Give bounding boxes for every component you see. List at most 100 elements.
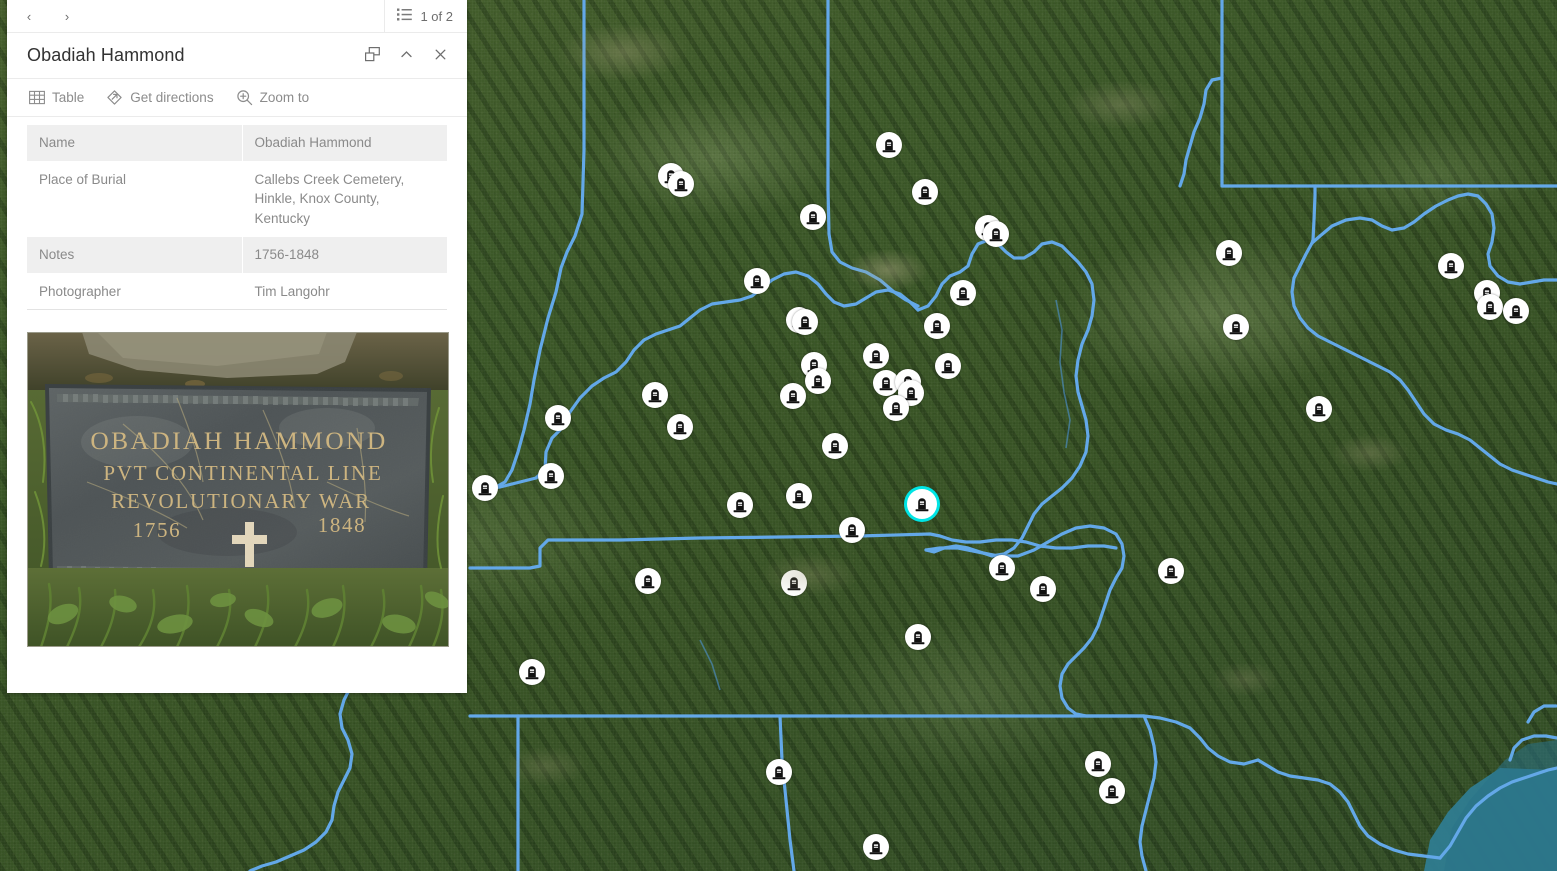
map-marker[interactable] <box>472 475 498 501</box>
map-marker[interactable] <box>800 204 826 230</box>
map-marker[interactable] <box>786 483 812 509</box>
map-marker-selected[interactable] <box>907 489 937 519</box>
gravestone-icon <box>1105 784 1119 799</box>
attribute-key: Place of Burial <box>27 161 242 238</box>
map-marker[interactable] <box>744 268 770 294</box>
get-directions-action[interactable]: Get directions <box>98 85 221 110</box>
map-marker[interactable] <box>989 555 1015 581</box>
map-marker[interactable] <box>883 395 909 421</box>
gravestone-icon <box>882 138 896 153</box>
previous-feature-button[interactable]: ‹ <box>19 6 39 26</box>
gravestone-icon <box>889 401 903 416</box>
gravestone-icon <box>1444 259 1458 274</box>
map-marker[interactable] <box>1503 298 1529 324</box>
map-marker[interactable] <box>1438 253 1464 279</box>
map-marker[interactable] <box>863 834 889 860</box>
map-marker[interactable] <box>1223 314 1249 340</box>
table-action[interactable]: Table <box>21 86 92 109</box>
pager-arrow-group: ‹ › <box>7 0 384 32</box>
map-marker[interactable] <box>642 382 668 408</box>
gravestone-icon <box>911 630 925 645</box>
gravestone-icon <box>750 274 764 289</box>
attribute-value: Callebs Creek Cemetery, Hinkle, Knox Cou… <box>241 161 447 238</box>
gravestone-icon <box>1312 402 1326 417</box>
map-marker[interactable] <box>839 517 865 543</box>
map-marker[interactable] <box>538 463 564 489</box>
gravestone-icon <box>1229 320 1243 335</box>
attribute-key: Notes <box>27 236 242 274</box>
table-row: Place of Burial Callebs Creek Cemetery, H… <box>27 161 447 238</box>
map-marker[interactable] <box>780 383 806 409</box>
attribute-value: Tim Langohr <box>241 273 447 311</box>
gravestone-icon <box>787 576 801 591</box>
map-marker[interactable] <box>545 405 571 431</box>
map-application: ‹ › 1 of 2 Obadiah Hammond Table Get dir… <box>0 0 1557 871</box>
map-marker[interactable] <box>1216 240 1242 266</box>
attribute-key: Name <box>27 125 242 162</box>
map-marker[interactable] <box>1030 576 1056 602</box>
gravestone-icon <box>648 388 662 403</box>
map-marker[interactable] <box>792 309 818 335</box>
map-marker[interactable] <box>912 179 938 205</box>
next-feature-button[interactable]: › <box>57 6 77 26</box>
map-marker[interactable] <box>766 759 792 785</box>
collapse-button[interactable] <box>389 39 423 73</box>
feature-popup: ‹ › 1 of 2 Obadiah Hammond Table Get dir… <box>7 0 467 694</box>
gravestone-icon <box>879 376 893 391</box>
gravestone-icon <box>792 489 806 504</box>
gravestone-icon <box>798 315 812 330</box>
map-marker[interactable] <box>727 492 753 518</box>
gravestone-icon <box>525 665 539 680</box>
map-marker[interactable] <box>950 280 976 306</box>
attribute-table: Name Obadiah Hammond Place of Burial Calleb… <box>27 125 447 311</box>
get-directions-label: Get directions <box>130 90 214 105</box>
gravestone-icon <box>1509 304 1523 319</box>
attribute-value: 1756-1848 <box>241 236 447 274</box>
gravestone-icon <box>1164 564 1178 579</box>
gravestone-icon <box>918 185 932 200</box>
table-icon <box>29 90 45 105</box>
map-marker[interactable] <box>781 570 807 596</box>
gravestone-icon <box>869 349 883 364</box>
attribute-table-wrapper: Name Obadiah Hammond Place of Burial Calleb… <box>7 117 467 311</box>
feature-list-toggle[interactable]: 1 of 2 <box>384 0 467 32</box>
gravestone-icon <box>551 411 565 426</box>
gravestone-icon <box>1036 582 1050 597</box>
map-marker[interactable] <box>983 221 1009 247</box>
dock-button[interactable] <box>355 39 389 73</box>
gravestone-icon <box>673 420 687 435</box>
gravestone-icon <box>806 210 820 225</box>
list-icon <box>397 8 413 24</box>
map-marker[interactable] <box>1099 778 1125 804</box>
map-marker[interactable] <box>924 313 950 339</box>
zoom-in-icon <box>236 89 253 106</box>
map-marker[interactable] <box>1477 294 1503 320</box>
map-marker[interactable] <box>1085 751 1111 777</box>
zoom-to-action[interactable]: Zoom to <box>228 85 318 110</box>
gravestone-icon <box>930 319 944 334</box>
map-marker[interactable] <box>863 343 889 369</box>
map-marker[interactable] <box>1158 558 1184 584</box>
gravestone-icon <box>772 765 786 780</box>
map-marker[interactable] <box>1306 396 1332 422</box>
popup-pager: ‹ › 1 of 2 <box>7 0 467 33</box>
map-marker[interactable] <box>667 414 693 440</box>
gravestone-icon <box>1091 757 1105 772</box>
close-button[interactable] <box>423 39 457 73</box>
table-row: Notes 1756-1848 <box>27 236 447 274</box>
map-marker[interactable] <box>668 171 694 197</box>
map-marker[interactable] <box>905 624 931 650</box>
map-marker[interactable] <box>635 568 661 594</box>
gravestone-icon <box>478 481 492 496</box>
gravestone-icon <box>941 359 955 374</box>
gravestone-photo[interactable]: OBADIAH HAMMOND PVT CONTINENTAL LINE REV… <box>27 332 449 648</box>
feature-count-label: 1 of 2 <box>420 8 453 24</box>
gravestone-icon <box>811 374 825 389</box>
map-marker[interactable] <box>935 353 961 379</box>
map-marker[interactable] <box>519 659 545 685</box>
gravestone-icon <box>869 840 883 855</box>
map-marker[interactable] <box>822 433 848 459</box>
table-row: Photographer Tim Langohr <box>27 273 447 311</box>
map-marker[interactable] <box>876 132 902 158</box>
map-marker[interactable] <box>805 368 831 394</box>
